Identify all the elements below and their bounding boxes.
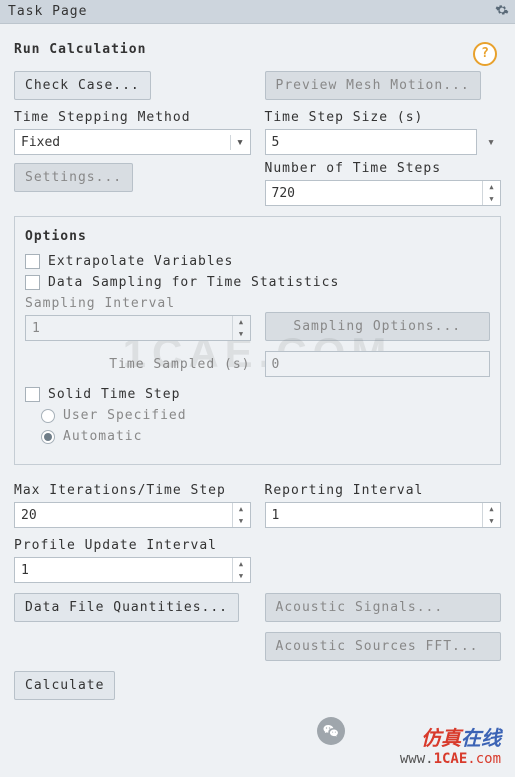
chevron-down-icon: ▾ <box>230 135 250 150</box>
preview-mesh-motion-button[interactable]: Preview Mesh Motion... <box>265 71 481 100</box>
chevron-down-icon[interactable]: ▾ <box>481 135 501 150</box>
section-title: Run Calculation <box>14 42 501 57</box>
acoustic-signals-button[interactable]: Acoustic Signals... <box>265 593 502 622</box>
max-iter-input[interactable]: 20 ▲▼ <box>14 502 251 528</box>
brand-ch-b: 在线 <box>461 728 501 750</box>
radio-icon <box>41 409 55 423</box>
brand-url-pre: www. <box>400 751 434 767</box>
brand-footer: 仿真在线 www.1CAE.com <box>400 722 501 767</box>
profile-update-interval-value: 1 <box>15 563 232 578</box>
extrapolate-variables-label: Extrapolate Variables <box>48 254 233 269</box>
brand-url-mid: 1CAE <box>434 751 468 767</box>
number-time-steps-input[interactable]: 720 ▲▼ <box>265 180 502 206</box>
page-title: Task Page <box>8 4 87 19</box>
checkbox-icon <box>25 254 40 269</box>
user-specified-label: User Specified <box>63 408 187 423</box>
solid-time-step-label: Solid Time Step <box>48 387 180 402</box>
time-stepping-method-value: Fixed <box>15 135 230 150</box>
profile-update-interval-input[interactable]: 1 ▲▼ <box>14 557 251 583</box>
data-sampling-label: Data Sampling for Time Statistics <box>48 275 339 290</box>
number-time-steps-label: Number of Time Steps <box>265 161 502 176</box>
reporting-interval-label: Reporting Interval <box>265 483 502 498</box>
max-iter-label: Max Iterations/Time Step <box>14 483 251 498</box>
time-sampled-input: 0 <box>265 351 491 377</box>
spinner-icon[interactable]: ▲▼ <box>482 503 500 527</box>
sampling-interval-input: 1 ▲▼ <box>25 315 251 341</box>
automatic-radio: Automatic <box>41 429 490 444</box>
spinner-icon: ▲▼ <box>232 316 250 340</box>
gear-icon[interactable] <box>495 3 509 21</box>
time-step-size-input[interactable]: 5 <box>265 129 478 155</box>
options-title: Options <box>25 229 490 244</box>
check-case-button[interactable]: Check Case... <box>14 71 151 100</box>
options-group: 1CAE.COM Options Extrapolate Variables D… <box>14 216 501 465</box>
data-sampling-checkbox[interactable]: Data Sampling for Time Statistics <box>25 275 490 290</box>
time-stepping-method-label: Time Stepping Method <box>14 110 251 125</box>
wechat-icon <box>317 717 345 745</box>
checkbox-icon <box>25 387 40 402</box>
sampling-interval-label: Sampling Interval <box>25 296 251 311</box>
automatic-label: Automatic <box>63 429 142 444</box>
radio-icon <box>41 430 55 444</box>
time-sampled-label: Time Sampled (s) <box>109 357 250 372</box>
calculate-button[interactable]: Calculate <box>14 671 115 700</box>
task-page-header: Task Page <box>0 0 515 24</box>
number-time-steps-value: 720 <box>266 186 483 201</box>
settings-button[interactable]: Settings... <box>14 163 133 192</box>
time-sampled-value: 0 <box>266 357 490 372</box>
spinner-icon[interactable]: ▲▼ <box>232 503 250 527</box>
acoustic-sources-fft-button[interactable]: Acoustic Sources FFT... <box>265 632 502 661</box>
sampling-options-button[interactable]: Sampling Options... <box>265 312 491 341</box>
max-iter-value: 20 <box>15 508 232 523</box>
user-specified-radio: User Specified <box>41 408 490 423</box>
solid-time-step-checkbox[interactable]: Solid Time Step <box>25 387 490 402</box>
spinner-icon[interactable]: ▲▼ <box>232 558 250 582</box>
extrapolate-variables-checkbox[interactable]: Extrapolate Variables <box>25 254 490 269</box>
time-step-size-value: 5 <box>266 135 477 150</box>
spinner-icon[interactable]: ▲▼ <box>482 181 500 205</box>
time-stepping-method-combo[interactable]: Fixed ▾ <box>14 129 251 155</box>
brand-ch-a: 仿真 <box>421 728 461 750</box>
profile-update-interval-label: Profile Update Interval <box>14 538 251 553</box>
data-file-quantities-button[interactable]: Data File Quantities... <box>14 593 239 622</box>
brand-url-suf: .com <box>467 751 501 767</box>
sampling-interval-value: 1 <box>26 321 232 336</box>
reporting-interval-input[interactable]: 1 ▲▼ <box>265 502 502 528</box>
reporting-interval-value: 1 <box>266 508 483 523</box>
help-icon[interactable]: ? <box>473 42 497 66</box>
time-step-size-label: Time Step Size (s) <box>265 110 502 125</box>
checkbox-icon <box>25 275 40 290</box>
